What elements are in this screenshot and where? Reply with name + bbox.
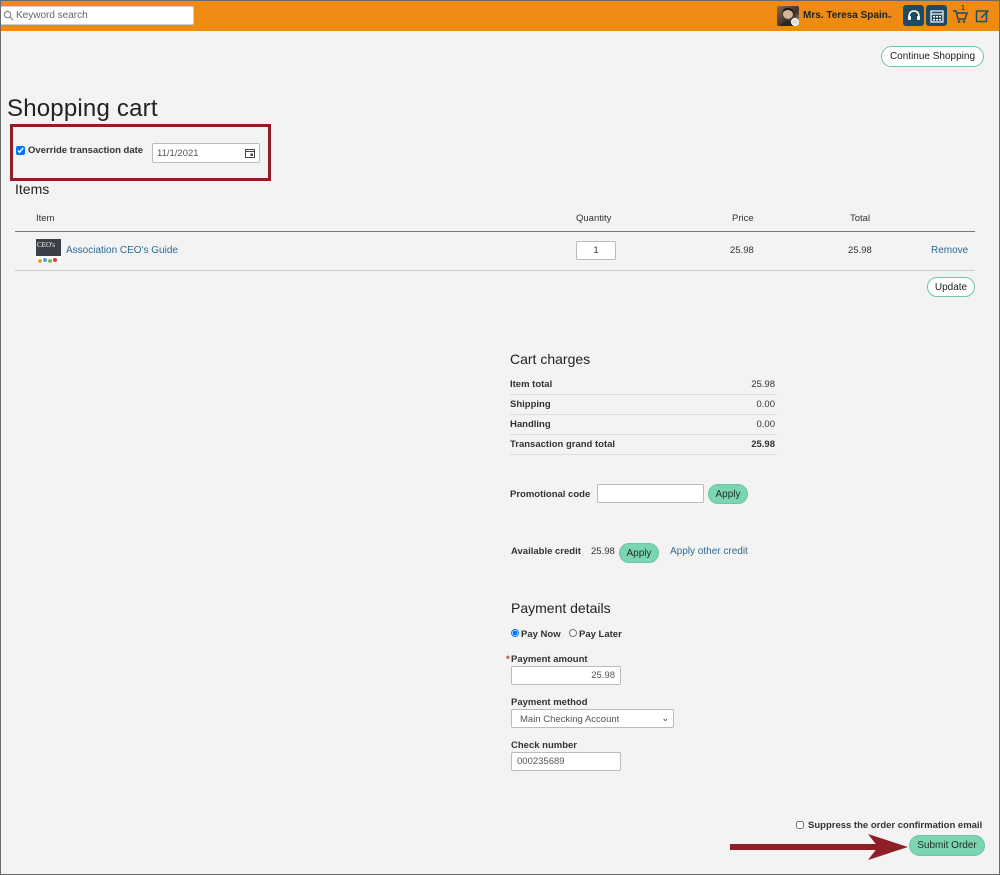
- payment-details-heading: Payment details: [511, 600, 611, 616]
- override-date-label: Override transaction date: [28, 145, 144, 156]
- suppress-email-checkbox[interactable]: [796, 821, 804, 829]
- cart-icon: [952, 9, 968, 23]
- update-button[interactable]: Update: [927, 277, 975, 297]
- thumbnail-pattern: [36, 256, 61, 263]
- search-icon: [3, 10, 14, 21]
- charge-label: Transaction grand total: [510, 439, 616, 450]
- submit-order-button[interactable]: Submit Order: [909, 835, 985, 856]
- pay-later-label: Pay Later: [579, 629, 622, 640]
- override-date-checkbox[interactable]: [16, 146, 25, 155]
- chevron-down-icon[interactable]: ⌄: [886, 10, 894, 21]
- promo-code-label: Promotional code: [510, 489, 591, 500]
- transaction-date-field[interactable]: [152, 143, 260, 163]
- payment-amount-input[interactable]: [511, 666, 621, 685]
- product-link[interactable]: Association CEO's Guide: [66, 245, 178, 256]
- charge-row-shipping: Shipping 0.00: [510, 395, 777, 415]
- required-marker: *: [506, 654, 510, 665]
- continue-shopping-button[interactable]: Continue Shopping: [881, 46, 984, 67]
- table-header-divider: [15, 231, 975, 232]
- edit-icon: [975, 10, 989, 23]
- apply-other-credit-link[interactable]: Apply other credit: [670, 546, 748, 557]
- avatar[interactable]: [777, 6, 799, 26]
- column-header-item: Item: [36, 213, 55, 224]
- available-credit-label: Available credit: [511, 546, 581, 557]
- column-header-quantity: Quantity: [576, 213, 612, 224]
- calendar-button[interactable]: [926, 5, 947, 26]
- payment-method-label: Payment method: [511, 697, 588, 708]
- remove-link[interactable]: Remove: [931, 245, 968, 256]
- cart-count-badge: 1: [961, 5, 965, 12]
- cart-button[interactable]: [949, 5, 970, 26]
- product-thumbnail[interactable]: CEO's: [36, 239, 61, 263]
- item-price: 25.98: [730, 245, 754, 256]
- user-name[interactable]: Mrs. Teresa Spain: [803, 10, 888, 21]
- cart-charges-heading: Cart charges: [510, 351, 591, 367]
- calendar-icon[interactable]: [245, 148, 255, 158]
- column-header-price: Price: [732, 213, 754, 224]
- quantity-input[interactable]: [576, 241, 616, 260]
- chevron-down-icon: ⌄: [661, 713, 669, 723]
- charge-row-handling: Handling 0.00: [510, 415, 777, 435]
- calendar-grid-icon: [929, 9, 944, 23]
- arrow-annotation-icon: [730, 834, 908, 860]
- payment-method-select[interactable]: Main Checking Account ⌄: [511, 709, 674, 728]
- avatar-status-badge: [791, 18, 799, 26]
- payment-method-value: Main Checking Account: [520, 714, 620, 725]
- credit-apply-button[interactable]: Apply: [619, 543, 659, 563]
- search-box[interactable]: [0, 6, 194, 25]
- charge-label: Shipping: [510, 399, 551, 410]
- suppress-email-label: Suppress the order confirmation email: [808, 820, 983, 831]
- payment-amount-label: Payment amount: [511, 654, 588, 665]
- top-bar: Mrs. Teresa Spain ⌄ 1: [0, 0, 1000, 31]
- charge-label: Item total: [510, 379, 553, 390]
- available-credit-amount: 25.98: [591, 546, 615, 557]
- charge-label: Handling: [510, 419, 551, 430]
- charge-value: 25.98: [751, 379, 775, 390]
- search-input[interactable]: [16, 8, 192, 23]
- check-number-label: Check number: [511, 740, 577, 751]
- headset-icon: [907, 9, 920, 20]
- charge-row-item-total: Item total 25.98: [510, 375, 777, 395]
- thumbnail-caption: CEO's: [37, 241, 55, 249]
- edit-button[interactable]: [972, 5, 993, 26]
- transaction-date-input[interactable]: [157, 147, 241, 160]
- charge-value: 0.00: [756, 399, 776, 410]
- support-button[interactable]: [903, 5, 924, 26]
- items-heading: Items: [15, 181, 50, 197]
- table-row-divider: [15, 270, 975, 271]
- grand-total-value: 25.98: [751, 439, 775, 450]
- pay-now-radio[interactable]: [511, 629, 519, 637]
- check-number-input[interactable]: [511, 752, 621, 771]
- pay-later-radio[interactable]: [569, 629, 577, 637]
- charge-value: 0.00: [756, 419, 776, 430]
- charge-row-grand-total: Transaction grand total 25.98: [510, 435, 777, 455]
- item-total: 25.98: [848, 245, 872, 256]
- promo-code-input[interactable]: [597, 484, 704, 503]
- promo-apply-button[interactable]: Apply: [708, 484, 748, 504]
- pay-now-label: Pay Now: [521, 629, 561, 640]
- column-header-total: Total: [850, 213, 871, 224]
- page-title: Shopping cart: [7, 95, 158, 122]
